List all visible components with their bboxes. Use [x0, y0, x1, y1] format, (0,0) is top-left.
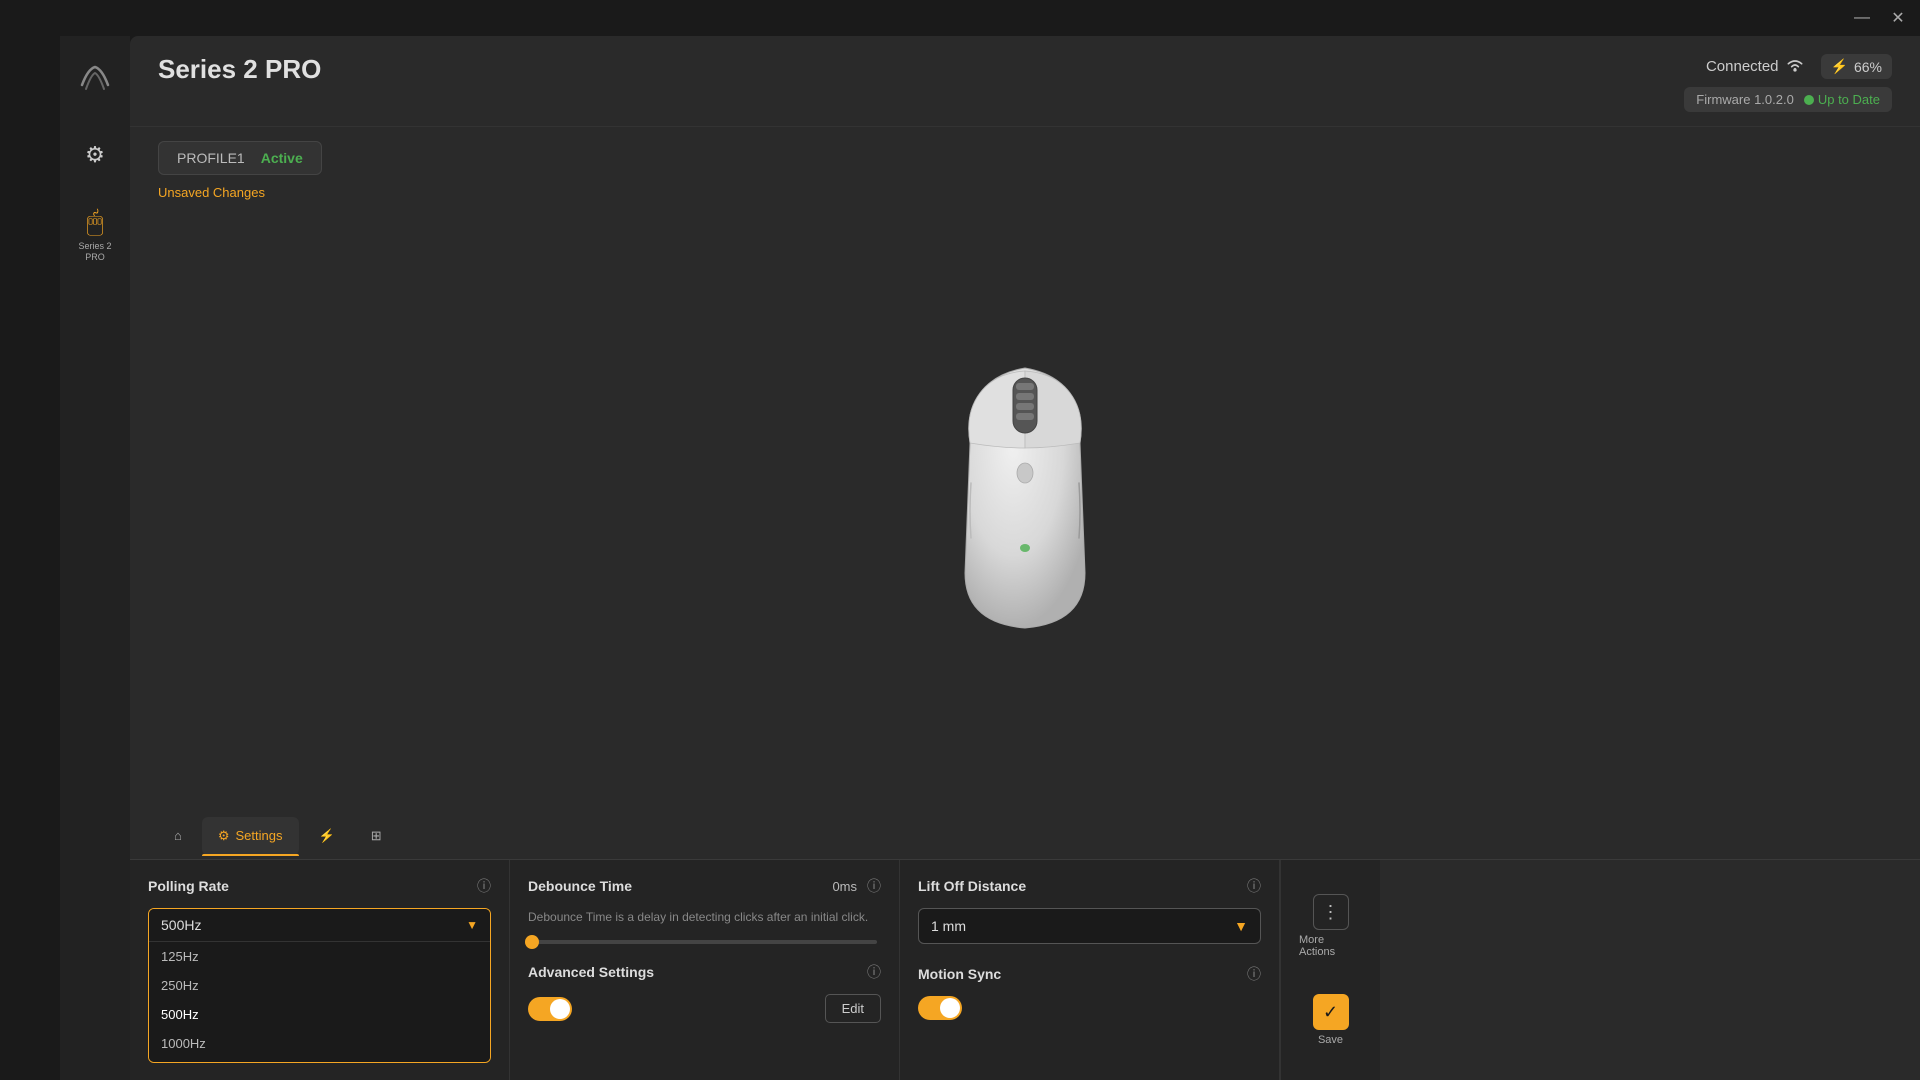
lod-arrow-icon: ▼ — [1234, 918, 1248, 934]
home-icon: ⌂ — [174, 828, 182, 843]
debounce-slider-thumb[interactable] — [525, 935, 539, 949]
motion-sync-toggle[interactable] — [918, 996, 962, 1020]
lod-dropdown[interactable]: 1 mm ▼ — [918, 908, 1261, 944]
firmware-info: Firmware 1.0.2.0 Up to Date — [1684, 87, 1892, 112]
sidebar: ⚙ 🖱 Series 2PRO — [60, 36, 130, 1080]
up-to-date-dot — [1804, 95, 1814, 105]
toggle-knob — [550, 999, 570, 1019]
advanced-settings-title: Advanced Settings — [528, 964, 654, 980]
device-header: Series 2 PRO Connected — [130, 36, 1920, 127]
lod-panel-header: Lift Off Distance ⓘ — [918, 876, 1261, 896]
close-button[interactable]: ✕ — [1884, 4, 1912, 32]
polling-options-list: 125Hz 250Hz 500Hz 1000Hz 125Hz 250Hz — [149, 942, 490, 1062]
polling-dropdown[interactable]: 500Hz ▼ 125Hz 250Hz 500Hz 1000Hz 125Hz 2… — [148, 908, 491, 1063]
advanced-panel-content: Edit — [528, 994, 881, 1023]
tab-settings[interactable]: ⚙ Settings — [202, 817, 299, 855]
page-title: Series 2 PRO — [158, 54, 321, 85]
edit-button[interactable]: Edit — [825, 994, 881, 1023]
advanced-info-icon[interactable]: ⓘ — [867, 962, 881, 982]
polling-rate-panel: Polling Rate ⓘ 500Hz ▼ 125Hz 250Hz 500Hz… — [130, 860, 510, 1080]
motion-sync-header: Motion Sync ⓘ — [918, 964, 1261, 984]
dropdown-arrow-icon: ▼ — [466, 918, 478, 932]
bottom-panels: Polling Rate ⓘ 500Hz ▼ 125Hz 250Hz 500Hz… — [130, 860, 1920, 1080]
app-window: — ✕ ⚙ 🖱 Series 2PRO Series 2 PRO — [0, 0, 1920, 1080]
wifi-icon — [1785, 57, 1805, 77]
tab-grid[interactable]: ⊞ — [355, 817, 398, 855]
advanced-settings-area: Advanced Settings ⓘ Edit — [528, 962, 881, 1023]
battery-icon: ⚡ — [1831, 58, 1848, 75]
sidebar-device-label: Series 2PRO — [78, 241, 111, 263]
settings-tab-icon: ⚙ — [218, 828, 230, 844]
polling-info-icon[interactable]: ⓘ — [477, 876, 491, 896]
debounce-info-icon[interactable]: ⓘ — [867, 876, 881, 896]
motion-info-icon[interactable]: ⓘ — [1247, 964, 1261, 984]
lod-title: Lift Off Distance — [918, 878, 1026, 894]
save-button[interactable]: ✓ Save — [1305, 986, 1357, 1054]
sidebar-item-device[interactable]: 🖱 Series 2PRO — [72, 200, 117, 269]
minimize-button[interactable]: — — [1848, 4, 1876, 32]
lod-selected[interactable]: 1 mm ▼ — [919, 909, 1260, 943]
debounce-title: Debounce Time — [528, 878, 632, 894]
lightning-icon: ⚡ — [319, 828, 335, 844]
debounce-slider-container — [528, 940, 881, 944]
grid-icon: ⊞ — [371, 828, 382, 844]
polling-option-1000[interactable]: 1000Hz — [149, 1029, 490, 1058]
more-actions-label: More Actions — [1299, 934, 1362, 958]
mouse-image — [915, 353, 1135, 663]
mouse-icon: 🖱 — [87, 206, 104, 239]
header-right: Connected ⚡ 66% — [1684, 54, 1892, 112]
motion-sync-area: Motion Sync ⓘ — [918, 964, 1261, 1020]
polling-rate-title: Polling Rate — [148, 878, 229, 894]
polling-option-500[interactable]: 500Hz — [149, 1000, 490, 1029]
debounce-description: Debounce Time is a delay in detecting cl… — [528, 908, 881, 926]
tab-home[interactable]: ⌂ — [158, 817, 198, 855]
advanced-settings-toggle[interactable] — [528, 997, 572, 1021]
motion-sync-title: Motion Sync — [918, 966, 1001, 982]
save-label: Save — [1318, 1034, 1343, 1046]
lift-off-panel: Lift Off Distance ⓘ 1 mm ▼ Motion Sync ⓘ — [900, 860, 1280, 1080]
battery-indicator: ⚡ 66% — [1821, 54, 1892, 79]
polling-option-125-1[interactable]: 125Hz — [149, 942, 490, 971]
connection-status: Connected ⚡ 66% — [1706, 54, 1892, 79]
polling-selected[interactable]: 500Hz ▼ — [149, 909, 490, 942]
motion-toggle-knob — [940, 998, 960, 1018]
debounce-panel: Debounce Time 0ms ⓘ Debounce Time is a d… — [510, 860, 900, 1080]
more-actions-panel: ⋮ More Actions ✓ Save — [1280, 860, 1380, 1080]
mouse-display — [130, 156, 1920, 860]
bottom-tabs: ⌂ ⚙ Settings ⚡ ⊞ — [130, 812, 1920, 860]
more-actions-icon: ⋮ — [1313, 894, 1349, 930]
device-title-area: Series 2 PRO — [158, 54, 321, 85]
save-icon: ✓ — [1313, 994, 1349, 1030]
debounce-value: 0ms — [832, 879, 857, 894]
lod-info-icon[interactable]: ⓘ — [1247, 876, 1261, 896]
title-bar: — ✕ — [0, 0, 1920, 36]
more-actions-button[interactable]: ⋮ More Actions — [1291, 886, 1370, 966]
polling-option-250-1[interactable]: 250Hz — [149, 971, 490, 1000]
polling-option-125-2[interactable]: 125Hz — [149, 1058, 490, 1062]
debounce-panel-header: Debounce Time 0ms ⓘ — [528, 876, 881, 896]
sidebar-item-settings[interactable]: ⚙ — [70, 130, 120, 180]
connected-label: Connected — [1706, 57, 1805, 77]
gear-icon: ⚙ — [85, 142, 105, 168]
sidebar-logo — [73, 56, 117, 100]
motion-sync-content — [918, 996, 1261, 1020]
polling-panel-header: Polling Rate ⓘ — [148, 876, 491, 896]
advanced-panel-header: Advanced Settings ⓘ — [528, 962, 881, 982]
up-to-date-badge: Up to Date — [1804, 92, 1880, 107]
main-content: Series 2 PRO Connected — [130, 36, 1920, 1080]
tab-lightning[interactable]: ⚡ — [303, 817, 351, 855]
debounce-slider-track — [532, 940, 877, 944]
